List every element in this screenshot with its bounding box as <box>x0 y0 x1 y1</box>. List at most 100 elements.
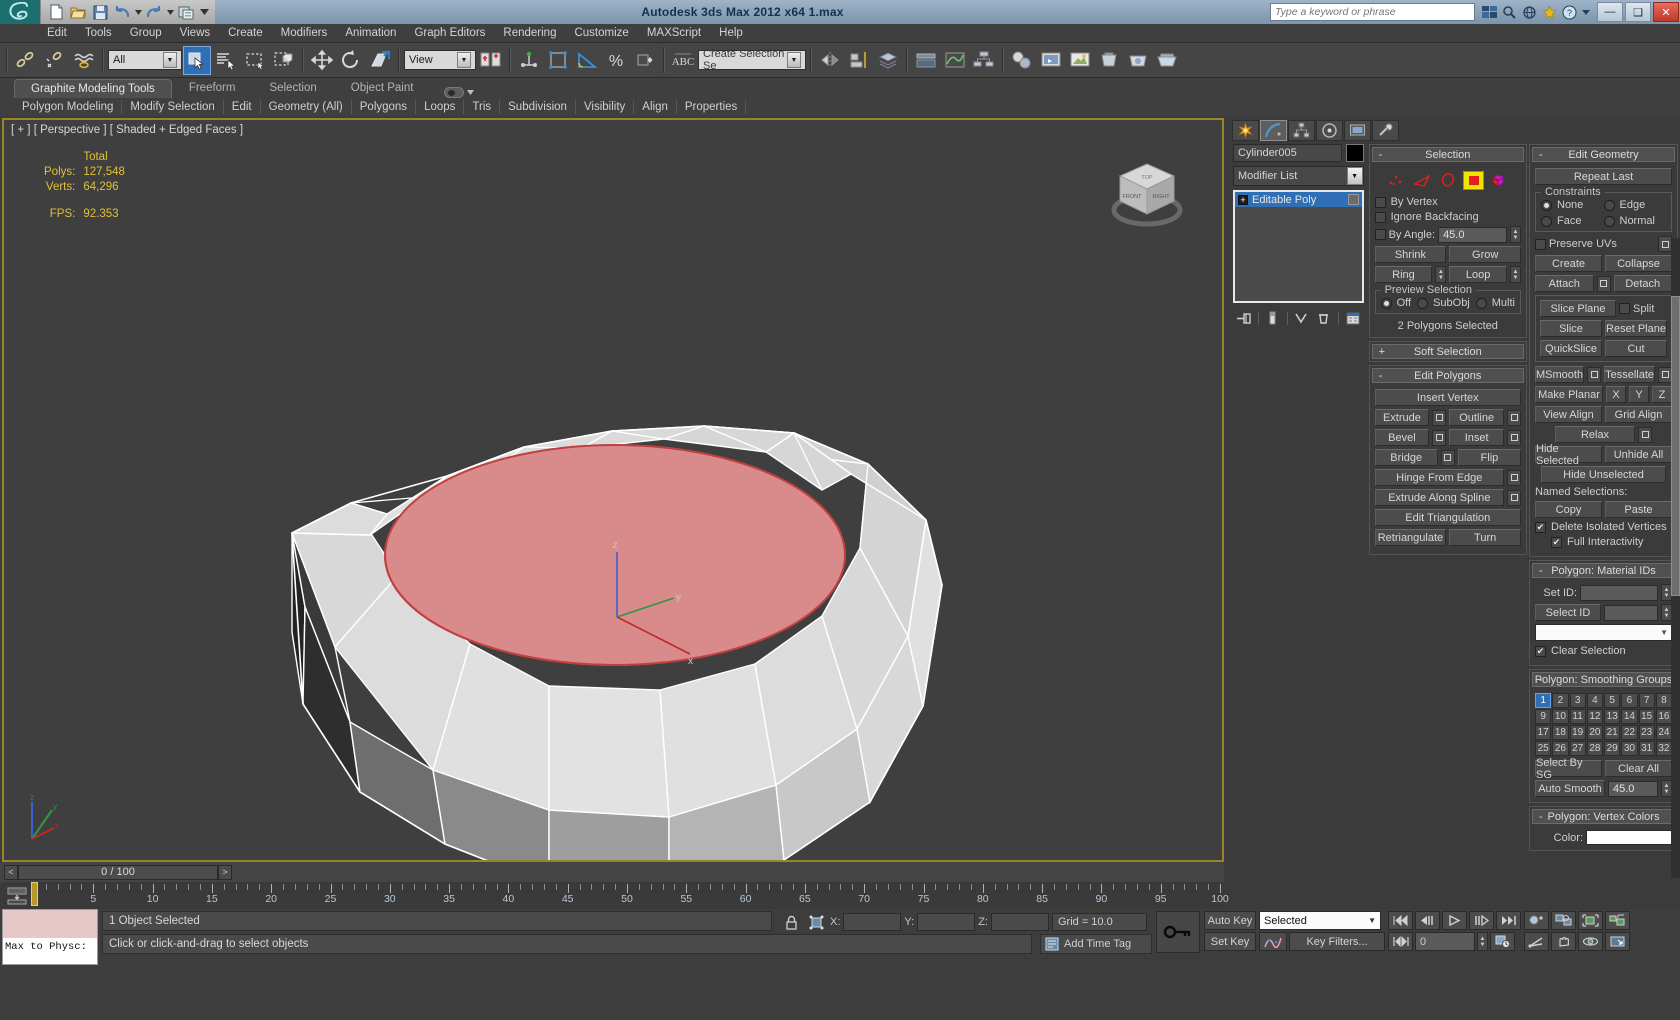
ribbon-options[interactable] <box>444 87 475 98</box>
chevron-down-icon[interactable]: ▼ <box>1368 916 1376 925</box>
sg-4[interactable]: 4 <box>1586 693 1603 708</box>
ribbon-geometry-all[interactable]: Geometry (All) <box>261 99 352 114</box>
menu-help[interactable]: Help <box>710 25 752 41</box>
select-object-icon[interactable] <box>183 45 211 75</box>
clear-all-button[interactable]: Clear All <box>1605 760 1672 777</box>
display-tab[interactable] <box>1344 120 1371 141</box>
graphite-toggle-icon[interactable] <box>912 46 940 75</box>
align-icon[interactable] <box>845 46 873 75</box>
pin-stack-icon[interactable] <box>1236 310 1252 326</box>
sg-31[interactable]: 31 <box>1638 741 1655 756</box>
y-field[interactable] <box>917 913 976 931</box>
mirror-icon[interactable] <box>816 46 844 75</box>
edit-geometry-rollout-header[interactable]: - Edit Geometry <box>1532 147 1675 162</box>
msmooth-settings-icon[interactable] <box>1587 366 1602 383</box>
ribbon-subdivision[interactable]: Subdivision <box>500 99 576 114</box>
ribbon-loops[interactable]: Loops <box>416 99 465 114</box>
max-to-physical-box[interactable]: Max to Physc: <box>2 909 98 965</box>
element-icon[interactable] <box>1489 171 1510 190</box>
select-and-scale-icon[interactable] <box>366 46 394 75</box>
close-button[interactable]: ✕ <box>1653 2 1679 22</box>
help-icon[interactable]: ? <box>1561 4 1578 21</box>
app-logo-icon[interactable] <box>0 0 40 24</box>
cut-button[interactable]: Cut <box>1605 340 1667 357</box>
sg-25[interactable]: 25 <box>1535 741 1552 756</box>
preserve-uvs-checkbox[interactable] <box>1535 238 1546 250</box>
auto-smooth-button[interactable]: Auto Smooth <box>1535 780 1605 797</box>
by-angle-checkbox[interactable] <box>1374 229 1386 240</box>
favorites-icon[interactable] <box>1541 4 1558 21</box>
selection-level-combo[interactable]: Selected ▼ <box>1259 911 1381 930</box>
hide-selected-button[interactable]: Hide Selected <box>1535 443 1602 467</box>
set-id-field[interactable] <box>1580 584 1658 601</box>
vertex-icon[interactable] <box>1385 171 1406 190</box>
reference-coord-combo[interactable]: View ▼ <box>404 50 476 70</box>
go-to-start-icon[interactable] <box>1388 911 1413 930</box>
sg-30[interactable]: 30 <box>1621 741 1638 756</box>
attach-button[interactable]: Attach <box>1535 275 1594 292</box>
quickslice-button[interactable]: QuickSlice <box>1540 340 1602 357</box>
scrollbar-thumb[interactable] <box>1671 296 1680 596</box>
next-frame-button[interactable]: > <box>218 864 232 880</box>
key-mode-box[interactable] <box>1156 911 1200 953</box>
render-setup-icon[interactable] <box>1037 46 1065 75</box>
sg-23[interactable]: 23 <box>1638 725 1655 740</box>
field-of-view-icon[interactable] <box>1524 932 1549 951</box>
track-bar[interactable]: 0510152025303540455055606570758085909510… <box>0 882 1229 909</box>
x-field[interactable] <box>843 913 902 931</box>
slice-button[interactable]: Slice <box>1540 320 1602 337</box>
attach-settings-icon[interactable] <box>1596 275 1611 292</box>
menu-animation[interactable]: Animation <box>336 25 405 41</box>
delete-isolated-vertices-checkbox[interactable]: ✔ Delete Isolated Vertices <box>1535 521 1672 533</box>
sg-17[interactable]: 17 <box>1535 725 1552 740</box>
inset-button[interactable]: Inset <box>1449 429 1505 446</box>
pan-view-icon[interactable] <box>1551 932 1576 951</box>
make-planar-y-button[interactable]: Y <box>1629 386 1649 403</box>
extrude-settings-icon[interactable] <box>1432 409 1447 426</box>
sg-21[interactable]: 21 <box>1604 725 1621 740</box>
play-icon[interactable] <box>1442 911 1467 930</box>
menu-graph-editors[interactable]: Graph Editors <box>405 25 494 41</box>
set-key-filters-curve-icon[interactable] <box>1259 932 1287 951</box>
inset-settings-icon[interactable] <box>1507 429 1522 446</box>
show-end-result-icon[interactable] <box>1265 310 1281 326</box>
make-unique-icon[interactable] <box>1294 310 1310 326</box>
auto-key-button[interactable]: Auto Key <box>1204 911 1256 930</box>
window-crossing-icon[interactable] <box>270 46 298 75</box>
auto-smooth-field[interactable]: 45.0 <box>1608 780 1658 797</box>
sg-28[interactable]: 28 <box>1586 741 1603 756</box>
material-editor-icon[interactable] <box>1008 46 1036 75</box>
by-vertex-checkbox[interactable]: By Vertex <box>1374 196 1521 208</box>
sg-8[interactable]: 8 <box>1655 693 1672 708</box>
view-cube[interactable]: TOP FRONT RIGHT <box>1102 152 1192 242</box>
zoom-all-icon[interactable] <box>1551 911 1576 930</box>
edge-icon[interactable] <box>1411 171 1432 190</box>
redo-dropdown-icon[interactable] <box>166 2 174 22</box>
collapse-button[interactable]: Collapse <box>1605 255 1672 272</box>
sg-14[interactable]: 14 <box>1621 709 1638 724</box>
constraint-normal-radio[interactable]: Normal <box>1603 215 1667 227</box>
snaps-toggle-icon[interactable] <box>544 46 572 75</box>
bevel-button[interactable]: Bevel <box>1374 429 1430 446</box>
percent-snap-toggle-icon[interactable]: % <box>602 46 630 75</box>
save-icon[interactable] <box>90 2 110 22</box>
named-selection-sets-icon[interactable]: ABC <box>669 46 697 75</box>
ribbon-modify-selection[interactable]: Modify Selection <box>122 99 224 114</box>
layer-manager-icon[interactable] <box>874 46 902 75</box>
slice-plane-button[interactable]: Slice Plane <box>1540 300 1616 317</box>
retriangulate-button[interactable]: Retriangulate <box>1374 529 1447 546</box>
grid-align-button[interactable]: Grid Align <box>1605 406 1672 423</box>
select-by-name-icon[interactable] <box>212 46 240 75</box>
select-by-sg-button[interactable]: Select By SG <box>1535 757 1602 781</box>
tab-object-paint[interactable]: Object Paint <box>334 78 431 98</box>
bridge-button[interactable]: Bridge <box>1374 449 1438 466</box>
configure-modifier-sets-icon[interactable] <box>1345 310 1361 326</box>
ribbon-properties[interactable]: Properties <box>677 99 747 114</box>
set-project-folder-icon[interactable] <box>176 2 196 22</box>
prev-frame-button[interactable]: < <box>4 864 18 880</box>
polygon-icon[interactable] <box>1463 170 1485 190</box>
create-button[interactable]: Create <box>1535 255 1602 272</box>
hierarchy-tab[interactable] <box>1288 120 1315 141</box>
sg-10[interactable]: 10 <box>1552 709 1569 724</box>
ring-button[interactable]: Ring <box>1374 266 1433 283</box>
